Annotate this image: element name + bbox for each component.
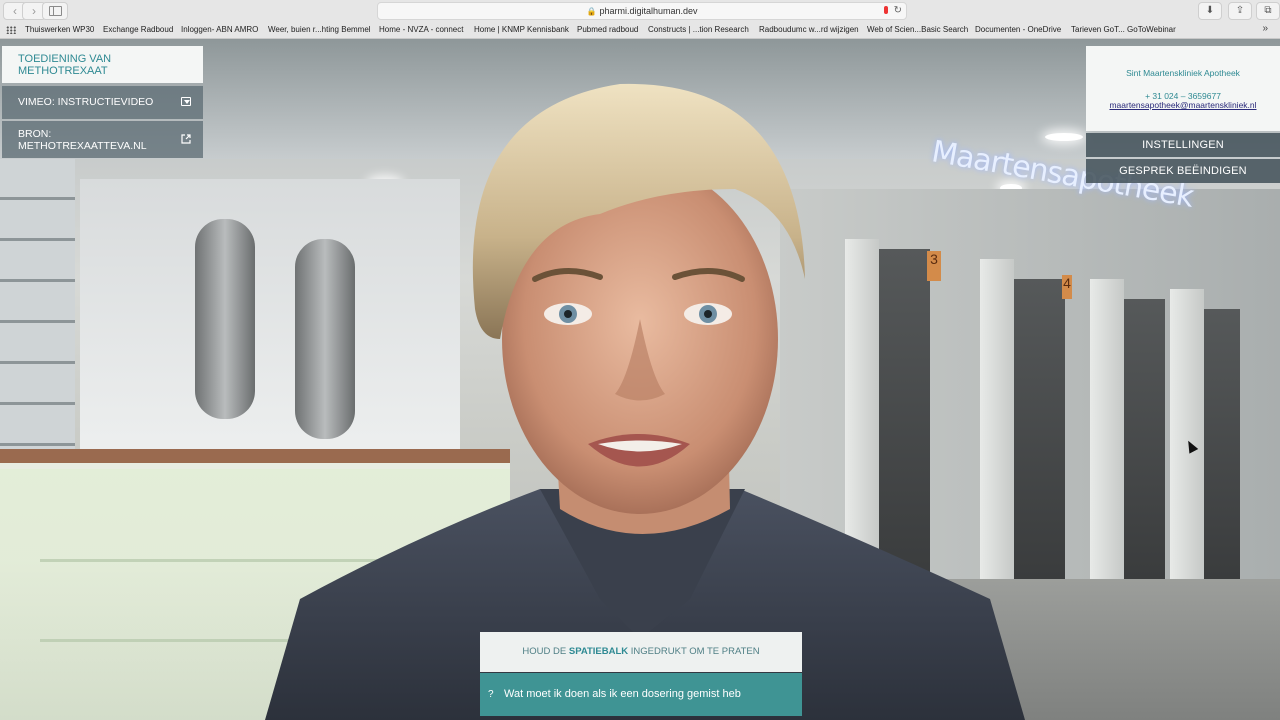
address-bar[interactable]: 🔒 pharmi.digitalhuman.dev ↻ <box>377 2 907 20</box>
end-conversation-button[interactable]: GESPREK BEËINDIGEN <box>1086 159 1280 183</box>
pharmacy-email-link[interactable]: maartensapotheek@maartenskliniek.nl <box>1086 100 1280 110</box>
bookmark-item[interactable]: Web of Scien...Basic Search <box>867 25 968 34</box>
share-button[interactable]: ⇪ <box>1228 2 1252 20</box>
url-text: pharmi.digitalhuman.dev <box>599 6 698 16</box>
pharmacy-name: Sint Maartenskliniek Apotheek <box>1126 68 1240 78</box>
spoken-question: ? Wat moet ik doen als ik een dosering g… <box>480 673 802 716</box>
bookmark-item[interactable]: Weer, buien r...hting Bemmel <box>268 25 371 34</box>
apps-grid-icon[interactable] <box>6 26 16 34</box>
bookmark-item[interactable]: Exchange Radboud <box>103 25 173 34</box>
pharmacy-contact-card: Sint Maartenskliniek Apotheek + 31 024 –… <box>1086 46 1280 131</box>
hint-suffix: INGEDRUKT OM TE PRATEN <box>630 646 760 657</box>
external-link-icon <box>181 134 191 144</box>
source-link-label: BRON: METHOTREXAATTEVA.NL <box>18 128 147 152</box>
microphone-icon[interactable] <box>884 6 888 14</box>
sidebar-toggle-icon[interactable] <box>42 2 68 20</box>
bookmark-item[interactable]: Constructs | ...tion Research <box>648 25 749 34</box>
topic-title: TOEDIENING VAN METHOTREXAAT <box>2 46 203 83</box>
bookmark-item[interactable]: Documenten - OneDrive <box>975 25 1061 34</box>
tabs-overview-button[interactable]: ⧉ <box>1256 2 1280 20</box>
bookmarks-bar: Thuiswerken WP30 Exchange Radboud Inlogg… <box>0 22 1280 38</box>
question-mark-icon: ? <box>488 689 494 700</box>
push-to-talk-hint: HOUD DE SPATIEBALK INGEDRUKT OM TE PRATE… <box>480 632 802 672</box>
bookmark-item[interactable]: Home - NVZA - connect <box>379 25 463 34</box>
bookmark-item[interactable]: Inloggen- ABN AMRO <box>181 25 258 34</box>
bookmark-item[interactable]: Home | KNMP Kennisbank <box>474 25 569 34</box>
bookmark-item[interactable]: Radboudumc w...rd wijzigen <box>759 25 859 34</box>
hint-key: SPATIEBALK <box>568 646 629 657</box>
reload-icon[interactable]: ↻ <box>894 3 902 19</box>
bookmarks-overflow-icon[interactable]: » <box>1262 23 1268 34</box>
bookmark-item[interactable]: Tarieven GoT... GoToWebinar <box>1071 25 1176 34</box>
question-text: Wat moet ik doen als ik een dosering gem… <box>504 688 741 700</box>
hint-prefix: HOUD DE <box>522 646 567 657</box>
browser-chrome: ‹ › 🔒 pharmi.digitalhuman.dev ↻ ⬇ ⇪ ⧉ Thu… <box>0 0 1280 39</box>
settings-button[interactable]: INSTELLINGEN <box>1086 133 1280 157</box>
source-link[interactable]: BRON: METHOTREXAATTEVA.NL <box>2 121 203 158</box>
video-dropdown-icon <box>181 97 191 106</box>
lock-icon: 🔒 <box>586 7 597 16</box>
bookmark-item[interactable]: Pubmed radboud <box>577 25 638 34</box>
bookmark-item[interactable]: Thuiswerken WP30 <box>25 25 94 34</box>
video-link[interactable]: VIMEO: INSTRUCTIEVIDEO <box>2 86 203 119</box>
downloads-button[interactable]: ⬇ <box>1198 2 1222 20</box>
video-link-label: VIMEO: INSTRUCTIEVIDEO <box>18 96 154 108</box>
